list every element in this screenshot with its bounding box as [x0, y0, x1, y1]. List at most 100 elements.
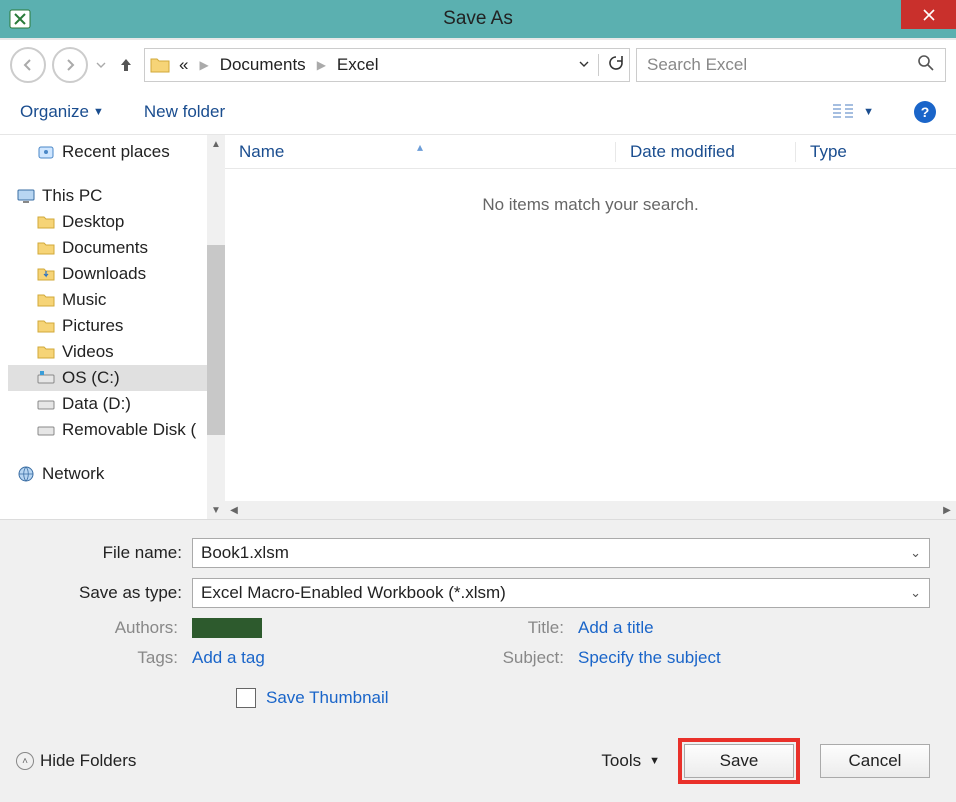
recent-places-icon	[36, 142, 56, 162]
chevron-down-icon[interactable]: ⌄	[910, 545, 921, 561]
address-bar[interactable]: « ▶ Documents ▶ Excel	[144, 48, 630, 82]
view-options-button[interactable]: ▼	[831, 102, 874, 122]
column-label: Name	[239, 142, 284, 161]
tree-item-downloads[interactable]: Downloads	[8, 261, 225, 287]
folder-icon	[149, 54, 171, 76]
tools-label: Tools	[601, 751, 641, 771]
tree-item-pictures[interactable]: Pictures	[8, 313, 225, 339]
tree-item-removable[interactable]: Removable Disk (	[8, 417, 225, 443]
up-button[interactable]	[114, 53, 138, 77]
folder-icon	[36, 238, 56, 258]
window-title: Save As	[0, 8, 956, 30]
cancel-button[interactable]: Cancel	[820, 744, 930, 778]
save-form: File name: Book1.xlsm ⌄ Save as type: Ex…	[0, 519, 956, 728]
tree-item-recent-places[interactable]: Recent places	[8, 139, 225, 165]
toolbar: Organize ▼ New folder ▼ ?	[0, 90, 956, 134]
empty-state: No items match your search.	[225, 169, 956, 501]
save-thumbnail-label[interactable]: Save Thumbnail	[266, 688, 389, 708]
footer-bar: ˄ Hide Folders Tools ▼ Save Cancel	[0, 728, 956, 802]
refresh-button[interactable]	[607, 54, 625, 77]
column-date-modified[interactable]: Date modified	[615, 142, 795, 162]
subject-field[interactable]: Specify the subject	[578, 648, 721, 668]
tree-label: Videos	[62, 342, 114, 362]
authors-field[interactable]	[192, 618, 262, 638]
title-label: Title:	[478, 618, 578, 638]
tree-label: Music	[62, 290, 106, 310]
tree-item-videos[interactable]: Videos	[8, 339, 225, 365]
folder-icon	[36, 290, 56, 310]
drive-icon	[36, 368, 56, 388]
horizontal-scrollbar[interactable]: ◀ ▶	[225, 501, 956, 519]
breadcrumb-ellipsis[interactable]: «	[173, 55, 194, 75]
folder-icon	[36, 212, 56, 232]
save-highlight: Save	[678, 738, 800, 784]
tree-label: Removable Disk (	[62, 420, 196, 440]
new-folder-button[interactable]: New folder	[144, 102, 225, 122]
organize-button[interactable]: Organize ▼	[20, 102, 104, 122]
search-icon[interactable]	[917, 54, 935, 77]
main-area: ▲ ▼ Recent places This PC Desktop Docume…	[0, 134, 956, 519]
scrollbar-track[interactable]	[243, 501, 938, 519]
address-dropdown[interactable]	[578, 58, 590, 73]
folder-icon	[36, 316, 56, 336]
caret-down-icon: ▼	[863, 106, 874, 118]
hide-folders-label: Hide Folders	[40, 751, 136, 771]
chevron-right-icon[interactable]: ▶	[196, 58, 211, 72]
chevron-up-icon: ˄	[16, 752, 34, 770]
breadcrumb-documents[interactable]: Documents	[214, 55, 312, 75]
tree-item-network[interactable]: Network	[8, 461, 225, 487]
file-list: Name ▴ Date modified Type No items match…	[225, 135, 956, 519]
breadcrumb-excel[interactable]: Excel	[331, 55, 385, 75]
save-thumbnail-checkbox[interactable]	[236, 688, 256, 708]
scroll-up-button[interactable]: ▲	[207, 135, 225, 153]
save-type-select[interactable]: Excel Macro-Enabled Workbook (*.xlsm) ⌄	[192, 578, 930, 608]
tree-label: Documents	[62, 238, 148, 258]
divider	[598, 54, 599, 76]
tree-item-data-d[interactable]: Data (D:)	[8, 391, 225, 417]
tools-button[interactable]: Tools ▼	[601, 751, 660, 771]
tree-item-music[interactable]: Music	[8, 287, 225, 313]
tags-label: Tags:	[26, 648, 192, 668]
search-box[interactable]	[636, 48, 946, 82]
title-field[interactable]: Add a title	[578, 618, 654, 638]
tree-item-this-pc[interactable]: This PC	[8, 183, 225, 209]
back-button[interactable]	[10, 47, 46, 83]
chevron-right-icon[interactable]: ▶	[314, 58, 329, 72]
save-button[interactable]: Save	[684, 744, 794, 778]
hide-folders-button[interactable]: ˄ Hide Folders	[16, 751, 136, 771]
tree-label: Desktop	[62, 212, 124, 232]
scroll-left-button[interactable]: ◀	[225, 501, 243, 519]
subject-label: Subject:	[478, 648, 578, 668]
column-name[interactable]: Name ▴	[225, 142, 615, 162]
forward-button[interactable]	[52, 47, 88, 83]
recent-locations-dropdown[interactable]	[94, 47, 108, 83]
close-button[interactable]	[901, 0, 956, 29]
navigation-tree: ▲ ▼ Recent places This PC Desktop Docume…	[0, 135, 225, 519]
excel-icon	[8, 7, 32, 31]
search-input[interactable]	[647, 55, 917, 75]
chevron-down-icon[interactable]: ⌄	[910, 585, 921, 601]
authors-label: Authors:	[26, 618, 192, 638]
save-thumbnail-row: Save Thumbnail	[236, 688, 930, 708]
column-type[interactable]: Type	[795, 142, 956, 162]
help-button[interactable]: ?	[914, 101, 936, 123]
tree-item-documents[interactable]: Documents	[8, 235, 225, 261]
sort-ascending-icon: ▴	[417, 140, 423, 154]
organize-label: Organize	[20, 102, 89, 122]
tree-item-desktop[interactable]: Desktop	[8, 209, 225, 235]
caret-down-icon: ▼	[93, 106, 104, 118]
tree-label: This PC	[42, 186, 102, 206]
tags-field[interactable]: Add a tag	[192, 648, 265, 668]
tree-label: Pictures	[62, 316, 123, 336]
scroll-right-button[interactable]: ▶	[938, 501, 956, 519]
tree-label: Recent places	[62, 142, 170, 162]
tree-item-os-c[interactable]: OS (C:)	[8, 365, 225, 391]
scroll-down-button[interactable]: ▼	[207, 501, 225, 519]
scrollbar-thumb[interactable]	[207, 245, 225, 435]
drive-icon	[36, 394, 56, 414]
title-bar: Save As	[0, 0, 956, 38]
folder-icon	[36, 264, 56, 284]
tree-label: Downloads	[62, 264, 146, 284]
folder-icon	[36, 342, 56, 362]
file-name-input[interactable]: Book1.xlsm ⌄	[192, 538, 930, 568]
